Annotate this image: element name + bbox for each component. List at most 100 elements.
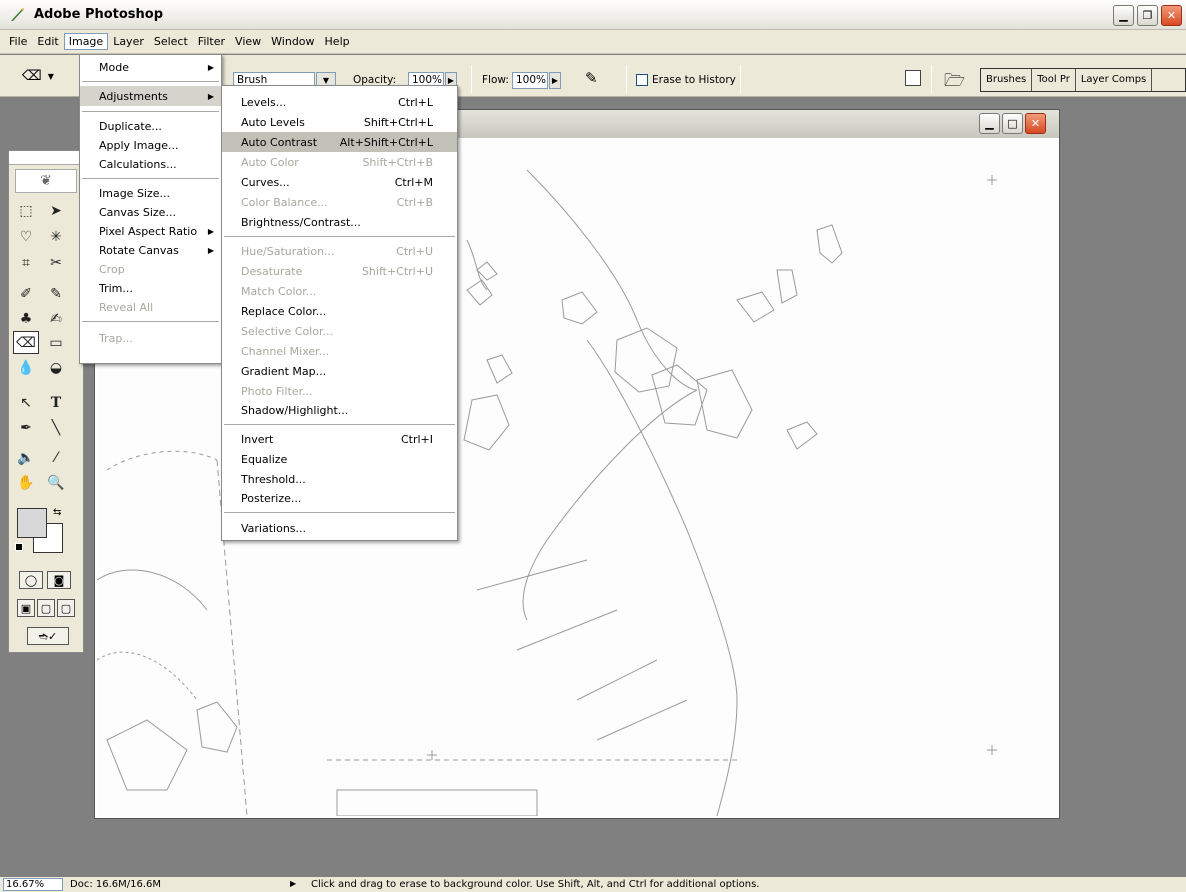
pen-tool-icon[interactable]: ✒ <box>13 416 39 439</box>
eyedropper-tool-icon[interactable]: ⁄ <box>43 446 69 469</box>
restore-button[interactable]: ❐ <box>1137 5 1158 26</box>
quick-mask-mode-button[interactable]: ◙ <box>47 571 71 589</box>
doc-minimize-button[interactable]: ▁ <box>979 113 1000 134</box>
crop-tool-icon[interactable]: ⌗ <box>13 251 39 274</box>
menu-item-posterize[interactable]: Posterize... <box>222 488 457 508</box>
menu-select[interactable]: Select <box>149 33 193 50</box>
adobe-online-button[interactable]: ❦ <box>15 169 77 193</box>
menu-item-gradient-map[interactable]: Gradient Map... <box>222 361 457 381</box>
menu-view[interactable]: View <box>230 33 266 50</box>
minimize-button[interactable]: ▁ <box>1113 5 1134 26</box>
flow-field[interactable]: 100% <box>512 72 548 89</box>
menu-item-auto-contrast[interactable]: Auto Contrast Alt+Shift+Ctrl+L <box>222 132 457 152</box>
menu-item-channel-mixer[interactable]: Channel Mixer... <box>222 341 457 361</box>
menu-item-adjustments[interactable]: Adjustments ▶ <box>80 86 221 106</box>
menu-separator <box>82 321 219 322</box>
eraser-tool-icon[interactable]: ⌫ <box>13 331 39 354</box>
menu-item-trim[interactable]: Trim... <box>80 278 221 298</box>
menu-item-trap[interactable]: Trap... <box>80 328 221 348</box>
menu-item-shadow-highlight[interactable]: Shadow/Highlight... <box>222 400 457 420</box>
hand-tool-icon[interactable]: ✋ <box>13 471 39 494</box>
menu-item-color-balance[interactable]: Color Balance... Ctrl+B <box>222 192 457 212</box>
menu-item-pixel-aspect-ratio[interactable]: Pixel Aspect Ratio ▶ <box>80 221 221 241</box>
menu-item-desaturate[interactable]: Desaturate Shift+Ctrl+U <box>222 261 457 281</box>
blur-tool-icon[interactable]: 💧 <box>13 356 39 379</box>
menu-item-match-color[interactable]: Match Color... <box>222 281 457 301</box>
menu-item-threshold[interactable]: Threshold... <box>222 469 457 489</box>
menu-item-selective-color[interactable]: Selective Color... <box>222 321 457 341</box>
palette-tab-brushes[interactable]: Brushes <box>981 69 1033 91</box>
notes-tool-icon[interactable]: 🔈 <box>13 446 39 469</box>
marquee-tool-icon[interactable]: ⬚ <box>13 199 39 222</box>
path-selection-tool-icon[interactable]: ↖ <box>13 391 39 414</box>
menu-item-auto-color[interactable]: Auto Color Shift+Ctrl+B <box>222 152 457 172</box>
type-tool-icon[interactable]: T <box>43 391 69 414</box>
menu-item-reveal-all[interactable]: Reveal All <box>80 297 221 317</box>
erase-to-history-checkbox[interactable] <box>636 74 648 86</box>
palette-tab-tool-presets[interactable]: Tool Pr <box>1032 69 1076 91</box>
menu-item-equalize[interactable]: Equalize <box>222 449 457 469</box>
zoom-tool-icon[interactable]: 🔍 <box>43 471 69 494</box>
menu-item-crop[interactable]: Crop <box>80 259 221 279</box>
palette-tab-layer-comps[interactable]: Layer Comps <box>1076 69 1153 91</box>
menu-item-auto-levels[interactable]: Auto Levels Shift+Ctrl+L <box>222 112 457 132</box>
close-button[interactable]: ✕ <box>1161 5 1182 26</box>
toolbox-header[interactable] <box>9 151 83 165</box>
menu-item-photo-filter[interactable]: Photo Filter... <box>222 381 457 401</box>
menu-help[interactable]: Help <box>320 33 355 50</box>
menu-item-image-size[interactable]: Image Size... <box>80 183 221 203</box>
menu-item-rotate-canvas[interactable]: Rotate Canvas ▶ <box>80 240 221 260</box>
foreground-color-swatch[interactable] <box>17 508 47 538</box>
menu-item-canvas-size[interactable]: Canvas Size... <box>80 202 221 222</box>
menu-item-mode[interactable]: Mode ▶ <box>80 57 221 77</box>
file-browser-icon[interactable]: 🗁 <box>944 68 965 97</box>
menu-filter[interactable]: Filter <box>193 33 230 50</box>
lasso-tool-icon[interactable]: ♡ <box>13 225 39 248</box>
clone-stamp-tool-icon[interactable]: ♣ <box>13 307 39 330</box>
menu-window[interactable]: Window <box>266 33 319 50</box>
palette-menu-icon[interactable] <box>905 70 921 86</box>
standard-mode-button[interactable]: ◯ <box>19 571 43 589</box>
menu-item-invert[interactable]: Invert Ctrl+I <box>222 429 457 449</box>
gradient-tool-icon[interactable]: ▭ <box>43 331 69 354</box>
default-colors-icon[interactable] <box>15 543 23 551</box>
flow-slider-button[interactable]: ▶ <box>549 72 561 89</box>
menu-item-hue-saturation[interactable]: Hue/Saturation... Ctrl+U <box>222 241 457 261</box>
jump-to-imageready-button[interactable]: ➬✓ <box>27 627 69 645</box>
line-tool-icon[interactable]: ╲ <box>43 416 69 439</box>
full-screen-mode-button[interactable]: ▢ <box>57 599 75 617</box>
menu-edit[interactable]: Edit <box>32 33 63 50</box>
tool-preset-picker[interactable]: ⌫ ▼ <box>22 65 72 87</box>
doc-close-button[interactable]: ✕ <box>1025 113 1046 134</box>
menu-item-label: Duplicate... <box>99 119 162 133</box>
menu-item-shortcut: Shift+Ctrl+L <box>363 115 433 129</box>
history-brush-tool-icon[interactable]: ✍ <box>43 307 69 330</box>
status-menu-arrow-icon[interactable]: ▶ <box>290 879 296 888</box>
menu-image[interactable]: Image <box>63 33 109 50</box>
slice-tool-icon[interactable]: ✂ <box>43 251 69 274</box>
magic-wand-tool-icon[interactable]: ✳ <box>43 225 69 248</box>
menu-layer[interactable]: Layer <box>108 33 149 50</box>
zoom-level-field[interactable]: 16.67% <box>3 878 63 891</box>
menu-item-replace-color[interactable]: Replace Color... <box>222 301 457 321</box>
menu-file[interactable]: File <box>4 33 32 50</box>
menu-item-shortcut: Ctrl+M <box>394 175 433 189</box>
full-screen-menu-mode-button[interactable]: ▢ <box>37 599 55 617</box>
dodge-tool-icon[interactable]: ◒ <box>43 356 69 379</box>
menu-item-variations[interactable]: Variations... <box>222 518 457 538</box>
menu-item-label: Color Balance... <box>241 195 328 209</box>
move-tool-icon[interactable]: ➤ <box>43 199 69 222</box>
menu-item-levels[interactable]: Levels... Ctrl+L <box>222 92 457 112</box>
menu-item-duplicate[interactable]: Duplicate... <box>80 116 221 136</box>
menu-item-label: Trim... <box>99 281 133 295</box>
brush-tool-icon[interactable]: ✎ <box>43 282 69 305</box>
menu-item-curves[interactable]: Curves... Ctrl+M <box>222 172 457 192</box>
menu-item-apply-image[interactable]: Apply Image... <box>80 135 221 155</box>
menu-item-calculations[interactable]: Calculations... <box>80 154 221 174</box>
doc-maximize-button[interactable]: □ <box>1002 113 1023 134</box>
healing-brush-tool-icon[interactable]: ✐ <box>13 282 39 305</box>
airbrush-icon[interactable]: ✎ <box>585 69 598 87</box>
standard-screen-mode-button[interactable]: ▣ <box>17 599 35 617</box>
swap-colors-icon[interactable]: ⇆ <box>53 507 61 518</box>
menu-item-brightness-contrast[interactable]: Brightness/Contrast... <box>222 212 457 232</box>
